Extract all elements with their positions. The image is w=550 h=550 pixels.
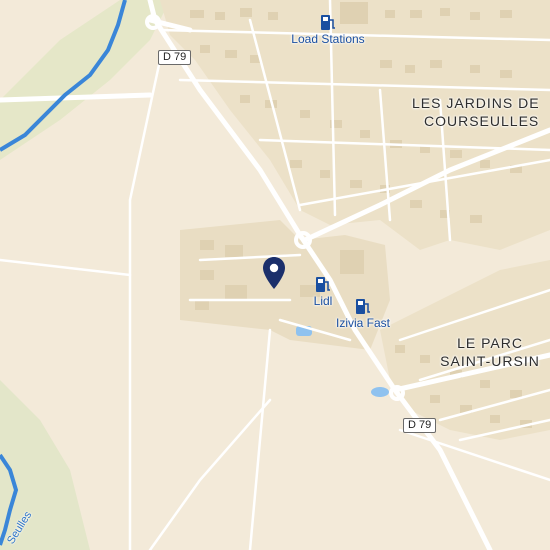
poi-label: Izivia Fast: [335, 316, 390, 330]
place-label-le-parc: LE PARC SAINT-URSIN: [430, 334, 550, 370]
place-label-les-jardins: LES JARDINS DE COURSEULLES: [412, 94, 550, 130]
ev-charging-station-icon: [316, 277, 330, 292]
road-shield-d79: D 79: [403, 418, 437, 433]
pond: [371, 387, 389, 397]
poi-load-stations[interactable]: Load Stations: [290, 14, 366, 46]
place-label-line: LE PARC: [457, 335, 523, 351]
ev-charging-station-icon: [321, 15, 335, 30]
place-label-line: LES JARDINS DE: [412, 95, 540, 111]
map-view[interactable]: D 79 D 79 LES JARDINS DE COURSEULLES LE …: [0, 0, 550, 550]
poi-label: Load Stations: [291, 32, 365, 46]
ev-charging-station-icon: [356, 299, 370, 314]
road-shield-d79: D 79: [158, 50, 192, 65]
location-pin-icon[interactable]: [262, 256, 286, 290]
poi-izivia-fast[interactable]: Izivia Fast: [330, 298, 396, 330]
place-label-line: SAINT-URSIN: [440, 353, 540, 369]
place-label-line: COURSEULLES: [424, 113, 540, 129]
